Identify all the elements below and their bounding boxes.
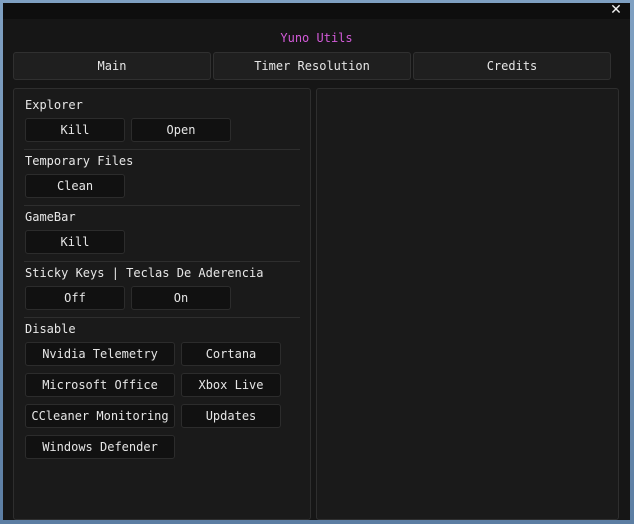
- disable-updates-button[interactable]: Updates: [181, 404, 281, 428]
- section-label-gamebar: GameBar: [25, 210, 76, 224]
- tab-timer-resolution[interactable]: Timer Resolution: [213, 52, 411, 80]
- section-label-temp-files: Temporary Files: [25, 154, 134, 168]
- section-label-disable: Disable: [25, 322, 76, 336]
- main-panel[interactable]: Explorer Kill Open Temporary Files Clean…: [13, 88, 311, 520]
- disable-nvidia-telemetry-button[interactable]: Nvidia Telemetry: [25, 342, 175, 366]
- side-panel: [316, 88, 619, 520]
- disable-cortana-button[interactable]: Cortana: [181, 342, 281, 366]
- gamebar-kill-button[interactable]: Kill: [25, 230, 125, 254]
- tab-credits[interactable]: Credits: [413, 52, 611, 80]
- sticky-keys-on-button[interactable]: On: [131, 286, 231, 310]
- divider: [24, 317, 300, 318]
- sticky-keys-off-button[interactable]: Off: [25, 286, 125, 310]
- explorer-open-button[interactable]: Open: [131, 118, 231, 142]
- window-frame: ✕ Yuno Utils Main Timer Resolution Credi…: [0, 0, 634, 524]
- close-icon[interactable]: ✕: [609, 3, 623, 19]
- tab-main[interactable]: Main: [13, 52, 211, 80]
- section-label-explorer: Explorer: [25, 98, 83, 112]
- disable-xbox-live-button[interactable]: Xbox Live: [181, 373, 281, 397]
- temp-files-clean-button[interactable]: Clean: [25, 174, 125, 198]
- app-title: Yuno Utils: [280, 31, 353, 45]
- divider: [24, 149, 300, 150]
- divider: [24, 205, 300, 206]
- disable-ccleaner-monitoring-button[interactable]: CCleaner Monitoring: [25, 404, 175, 428]
- explorer-kill-button[interactable]: Kill: [25, 118, 125, 142]
- title-bar[interactable]: ✕: [3, 3, 630, 19]
- divider: [24, 261, 300, 262]
- app-window: ✕ Yuno Utils Main Timer Resolution Credi…: [3, 3, 630, 520]
- disable-windows-defender-button[interactable]: Windows Defender: [25, 435, 175, 459]
- section-label-sticky-keys: Sticky Keys | Teclas De Aderencia: [25, 266, 264, 280]
- disable-microsoft-office-button[interactable]: Microsoft Office: [25, 373, 175, 397]
